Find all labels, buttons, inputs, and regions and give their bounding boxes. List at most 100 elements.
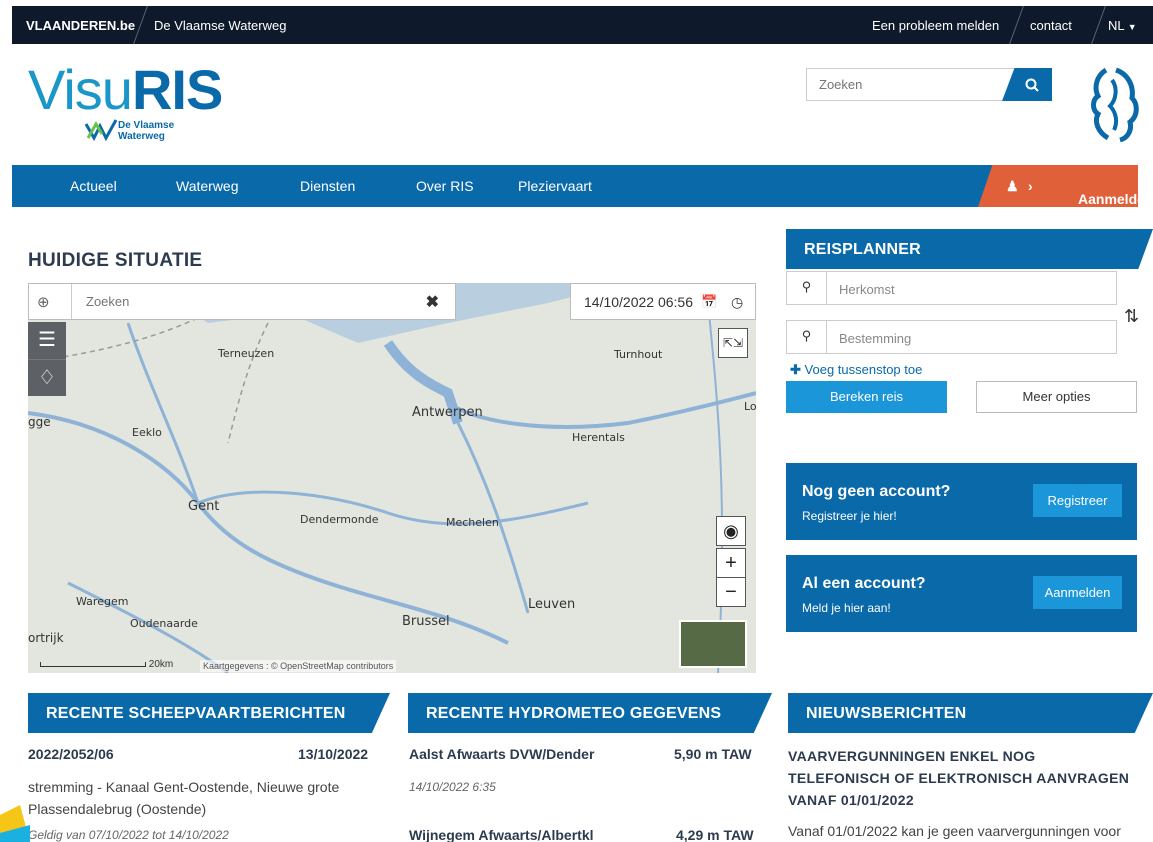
logo-sub1: De Vlaamse bbox=[118, 120, 175, 131]
shipping-date: 13/10/2022 bbox=[298, 746, 369, 762]
add-stop-link[interactable]: ✚ Voeg tussenstop toe bbox=[790, 362, 922, 378]
nav-item-actueel[interactable]: Actueel bbox=[70, 178, 117, 194]
zoom-out-button[interactable]: − bbox=[716, 577, 746, 607]
city-label: Waregem bbox=[76, 595, 129, 608]
clock-icon[interactable]: ◷ bbox=[731, 294, 743, 311]
reisplanner-title: REISPLANNER bbox=[804, 241, 921, 258]
news-text: Vanaf 01/01/2022 kan je geen vaarvergunn… bbox=[788, 823, 1121, 839]
logo-subtitle: De Vlaamse Waterweg bbox=[118, 120, 174, 142]
map-pin-icon: ⚲ bbox=[787, 272, 827, 304]
clear-icon[interactable]: ✖ bbox=[426, 292, 439, 312]
login-text: Aanmelden bbox=[1078, 191, 1153, 207]
language-select[interactable]: NL ▼ bbox=[1108, 18, 1137, 33]
header-search-input[interactable] bbox=[807, 69, 1007, 100]
new-account-subtitle: Registreer je hier! bbox=[802, 509, 897, 523]
calculate-route-button[interactable]: Bereken reis bbox=[786, 381, 947, 413]
logo-ris: RIS bbox=[131, 58, 223, 121]
city-label: Leuven bbox=[528, 597, 576, 612]
report-problem-link[interactable]: Een probleem melden bbox=[872, 18, 999, 33]
city-label: Mechelen bbox=[446, 516, 499, 529]
hydro-station-value: 5,90 m TAW bbox=[674, 746, 752, 762]
map-datetime[interactable]: 14/10/2022 06:56 📅 ◷ bbox=[570, 283, 756, 320]
city-label: Lo bbox=[744, 400, 756, 413]
org-link[interactable]: De Vlaamse Waterweg bbox=[154, 18, 286, 33]
city-label: Terneuzen bbox=[218, 347, 275, 360]
destination-placeholder: Bestemming bbox=[839, 331, 912, 346]
city-label: ortrijk bbox=[28, 631, 64, 645]
map-canvas bbox=[28, 283, 756, 673]
nav-item-diensten[interactable]: Diensten bbox=[300, 178, 355, 194]
city-label: Brussel bbox=[402, 614, 450, 629]
login-label: Aanmelden › bbox=[1028, 178, 1153, 207]
city-label: Herentals bbox=[572, 431, 625, 444]
nav-item-over-ris[interactable]: Over RIS bbox=[416, 178, 474, 194]
city-label: Eeklo bbox=[132, 426, 162, 439]
city-label: Turnhout bbox=[614, 348, 663, 361]
layers-icon[interactable]: ♢ bbox=[28, 359, 66, 396]
nav-item-pleziervaart[interactable]: Pleziervaart bbox=[518, 178, 592, 194]
map-scale: 20km bbox=[40, 659, 173, 670]
calendar-icon[interactable]: 📅 bbox=[701, 294, 717, 310]
more-options-button[interactable]: Meer opties bbox=[976, 381, 1137, 413]
add-stop-label: Voeg tussenstop toe bbox=[804, 362, 923, 377]
new-account-title: Nog geen account? bbox=[802, 483, 951, 500]
hydro-station-value: 4,29 m TAW bbox=[676, 827, 754, 842]
city-label: gge bbox=[28, 415, 51, 429]
map-pin-icon: ⚲ bbox=[787, 321, 827, 353]
origin-placeholder: Herkomst bbox=[839, 282, 895, 297]
logo-text: VisuRIS bbox=[28, 58, 223, 122]
news-headline[interactable]: VAARVERGUNNINGEN ENKEL NOG TELEFONISCH O… bbox=[788, 745, 1133, 811]
legend-list-icon[interactable]: ☰ bbox=[28, 322, 66, 359]
search-button[interactable] bbox=[1002, 68, 1052, 101]
map-search: ⊕ ✖ bbox=[28, 283, 456, 320]
shipping-header: RECENTE SCHEEPVAARTBERICHTEN bbox=[28, 693, 390, 733]
shipping-id[interactable]: 2022/2052/06 bbox=[28, 746, 114, 762]
satellite-toggle[interactable] bbox=[679, 620, 747, 668]
nav-item-waterweg[interactable]: Waterweg bbox=[176, 178, 239, 194]
city-label: Dendermonde bbox=[300, 513, 379, 526]
city-label: Antwerpen bbox=[412, 405, 483, 420]
contact-link[interactable]: contact bbox=[1030, 18, 1072, 33]
destination-field[interactable]: ⚲ Bestemming bbox=[786, 320, 1117, 354]
existing-account-box: Al een account? Meld je hier aan! Aanmel… bbox=[786, 555, 1137, 632]
zoom-in-button[interactable]: + bbox=[716, 548, 746, 578]
map-side-buttons: ☰ ♢ bbox=[28, 322, 66, 396]
shipping-text: stremming - Kanaal Gent-Oostende, Nieuwe… bbox=[28, 779, 340, 817]
decorative-corner-shape bbox=[0, 805, 30, 842]
map-search-input[interactable] bbox=[71, 284, 413, 319]
login-account-button[interactable]: Aanmelden bbox=[1033, 576, 1122, 609]
hydro-header: RECENTE HYDROMETEO GEGEVENS bbox=[408, 693, 772, 733]
hydro-station-name[interactable]: Wijnegem Afwaarts/Albertkl bbox=[409, 827, 594, 842]
login-button[interactable]: ♟ Aanmelden › bbox=[978, 165, 1138, 207]
hydro-station-time: 14/10/2022 6:35 bbox=[409, 780, 496, 794]
separator bbox=[1091, 6, 1106, 44]
news-header: NIEUWSBERICHTEN bbox=[788, 693, 1153, 733]
page: VLAANDEREN.be De Vlaamse Waterweg Een pr… bbox=[0, 0, 1153, 842]
swap-icon[interactable]: ⇅ bbox=[1124, 306, 1139, 327]
vlaanderen-link[interactable]: VLAANDEREN.be bbox=[26, 18, 135, 33]
hydro-station-name[interactable]: Aalst Afwaarts DVW/Dender bbox=[409, 746, 594, 762]
datetime-value: 14/10/2022 06:56 bbox=[584, 294, 693, 310]
zoom-search-icon: ⊕ bbox=[37, 294, 50, 311]
main-nav: Actueel Waterweg Diensten Over RIS Plezi… bbox=[12, 165, 1138, 207]
shipping-validity: Geldig van 07/10/2022 tot 14/10/2022 bbox=[28, 828, 229, 842]
news-title: NIEUWSBERICHTEN bbox=[806, 705, 967, 722]
map[interactable]: Terneuzen Turnhout Antwerpen Eeklo Heren… bbox=[28, 283, 756, 673]
logo-sub2: Waterweg bbox=[118, 131, 165, 142]
city-label: Oudenaarde bbox=[130, 617, 198, 630]
chevron-down-icon: ▼ bbox=[1127, 22, 1137, 32]
header-search bbox=[806, 68, 1052, 101]
origin-field[interactable]: ⚲ Herkomst bbox=[786, 271, 1117, 305]
flemish-lion-logo-icon bbox=[1091, 67, 1139, 142]
existing-account-title: Al een account? bbox=[802, 575, 926, 592]
hydro-title: RECENTE HYDROMETEO GEGEVENS bbox=[426, 705, 722, 722]
visuris-logo[interactable]: VisuRIS De Vlaamse Waterweg bbox=[28, 58, 228, 148]
locate-icon[interactable]: ◉ bbox=[716, 516, 746, 546]
reisplanner-header: REISPLANNER bbox=[786, 229, 1153, 269]
shipping-title: RECENTE SCHEEPVAARTBERICHTEN bbox=[46, 705, 346, 722]
fullscreen-icon[interactable]: ⇱⇲ bbox=[718, 328, 748, 358]
existing-account-subtitle: Meld je hier aan! bbox=[802, 601, 891, 615]
search-icon bbox=[1025, 78, 1039, 92]
logo-visu: Visu bbox=[28, 58, 133, 121]
register-button[interactable]: Registreer bbox=[1033, 484, 1122, 517]
